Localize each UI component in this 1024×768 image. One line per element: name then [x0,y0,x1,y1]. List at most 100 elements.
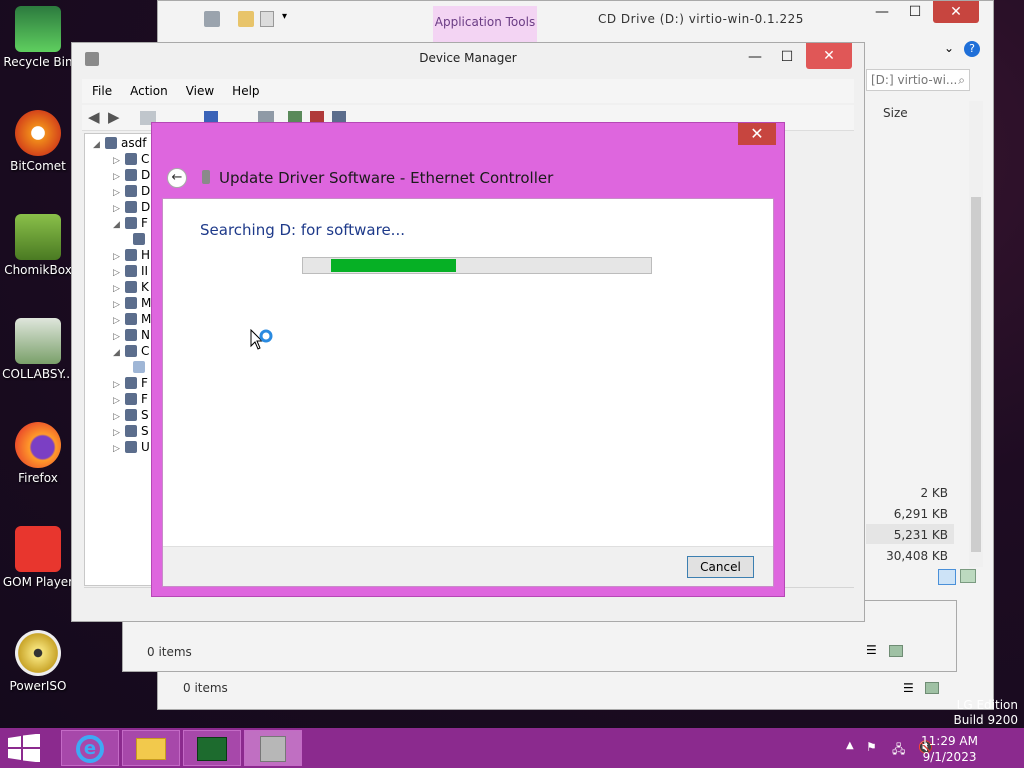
collapse-icon[interactable]: ◢ [113,348,125,358]
tree-item[interactable]: ▷ S [113,408,149,424]
tree-item[interactable]: ▷ K [113,280,149,296]
expand-icon[interactable]: ▷ [113,396,125,406]
menu-view[interactable]: View [176,79,222,98]
menu-file[interactable]: File [82,79,120,98]
details-view-icon[interactable] [938,569,956,585]
large-icons-view-icon[interactable] [960,569,976,583]
search-input[interactable]: [D:] virtio-wi... ⌕ [866,69,970,91]
desktop-icon-recycle-bin[interactable]: Recycle Bin [2,6,74,69]
expand-icon[interactable]: ▷ [113,412,125,422]
expand-icon[interactable]: ▷ [113,252,125,262]
tree-item[interactable]: ▷ C [113,152,149,168]
tree-item[interactable]: ▷ N [113,328,150,344]
folder-icon[interactable] [260,11,274,27]
expand-icon[interactable]: ▷ [113,156,125,166]
desktop-icon-bitcomet[interactable]: BitComet [2,110,74,173]
large-icons-view-icon[interactable] [925,682,939,694]
minimize-button[interactable]: — [867,1,897,23]
tree-item[interactable]: ▷ M [113,312,151,328]
network-icon[interactable]: 🖧 [892,740,905,761]
desktop-icon-gom-player[interactable]: GOM Player [2,526,74,589]
clock-date: 9/1/2023 [922,750,977,764]
help-icon[interactable]: ? [964,41,980,57]
tree-item[interactable]: ▷ S [113,424,149,440]
chevron-down-icon[interactable]: ▾ [282,11,287,22]
taskbar-file-explorer[interactable] [122,730,180,766]
internet-explorer-icon: e [76,735,104,763]
system-clock[interactable]: 11:29 AM 9/1/2023 [921,733,978,765]
close-button[interactable]: ✕ [933,1,979,23]
show-hidden-icons-icon[interactable]: ▲ [846,740,854,751]
expand-icon[interactable]: ▷ [113,172,125,182]
tree-item[interactable]: ▷ M [113,296,151,312]
collapse-icon[interactable]: ◢ [113,220,125,230]
expand-icon[interactable]: ▷ [113,316,125,326]
tree-root[interactable]: ◢ asdf [93,136,146,152]
file-size: 6,291 KB [893,507,948,521]
tree-item[interactable]: ▷ D [113,168,150,184]
tree-item[interactable]: ◢ F [113,216,148,232]
expand-icon[interactable]: ▷ [113,300,125,310]
tree-item[interactable]: ▷ U [113,440,150,456]
menu-action[interactable]: Action [120,79,176,98]
tree-item[interactable]: ▷ II [113,264,148,280]
scrollbar[interactable] [969,101,983,567]
update-driver-dialog[interactable]: ✕ ← Update Driver Software - Ethernet Co… [151,122,785,597]
new-folder-icon[interactable] [238,11,254,27]
start-button[interactable] [8,733,42,764]
tree-item[interactable]: ▷ F [113,392,148,408]
busy-cursor-icon [250,328,276,358]
expand-icon[interactable]: ▷ [113,428,125,438]
tree-item[interactable]: ▷ D [113,184,150,200]
dialog-content: Searching D: for software... Cancel [162,198,774,587]
menu-help[interactable]: Help [222,79,267,98]
monitor-icon [125,313,137,325]
column-header-size[interactable]: Size [883,106,908,120]
desktop-icon-chomikbox[interactable]: ChomikBox [2,214,74,277]
expand-icon[interactable]: ▷ [113,332,125,342]
chevron-down-icon[interactable]: ⌄ [944,41,954,55]
tree-item[interactable]: ▷ H [113,248,150,264]
close-button[interactable]: ✕ [738,123,776,145]
printer-icon [125,377,137,389]
taskbar-internet-explorer[interactable]: e [61,730,119,766]
back-button[interactable]: ← [167,168,187,188]
desktop-icon-collabsy[interactable]: COLLABSY... [2,318,74,381]
desktop-icon-label: COLLABSY... [2,367,74,381]
tree-item[interactable]: ▷ D [113,200,150,216]
maximize-button[interactable]: ☐ [772,46,802,68]
large-icons-view-icon[interactable] [889,645,903,657]
properties-icon[interactable] [204,11,220,27]
desktop-icon-firefox[interactable]: Firefox [2,422,74,485]
maximize-button[interactable]: ☐ [900,1,930,23]
tree-item[interactable]: ◢ C [113,344,149,360]
details-view-icon[interactable]: ☰ [866,643,877,657]
close-button[interactable]: ✕ [806,43,852,69]
gom-player-icon [15,526,61,572]
ribbon-tab-application-tools[interactable]: Application Tools [433,6,537,42]
action-center-flag-icon[interactable]: ⚑ [866,740,877,754]
taskbar-device-manager[interactable] [244,730,302,766]
desktop-icon-poweriso[interactable]: PowerISO [2,630,74,693]
expand-icon[interactable]: ▷ [113,380,125,390]
expand-icon[interactable]: ▷ [113,204,125,214]
expand-icon[interactable]: ▷ [113,444,125,454]
expand-icon[interactable]: ▷ [113,188,125,198]
tree-item[interactable]: ▷ F [113,376,148,392]
taskbar-task-manager[interactable] [183,730,241,766]
tree-item[interactable] [133,360,149,376]
back-arrow-icon[interactable]: ◀ [88,108,100,126]
collapse-icon[interactable]: ◢ [93,140,105,150]
minimize-button[interactable]: — [740,46,770,68]
title-bar[interactable]: Device Manager — ☐ ✕ [72,43,864,73]
progress-bar [302,257,652,274]
recycle-bin-icon [15,6,61,52]
expand-icon[interactable]: ▷ [113,268,125,278]
unknown-device-icon [133,361,145,373]
forward-arrow-icon[interactable]: ▶ [108,108,120,126]
details-view-icon[interactable]: ☰ [903,681,914,695]
cancel-button[interactable]: Cancel [687,556,754,578]
expand-icon[interactable]: ▷ [113,284,125,294]
tree-item[interactable] [133,232,149,248]
scrollbar-thumb[interactable] [971,197,981,552]
